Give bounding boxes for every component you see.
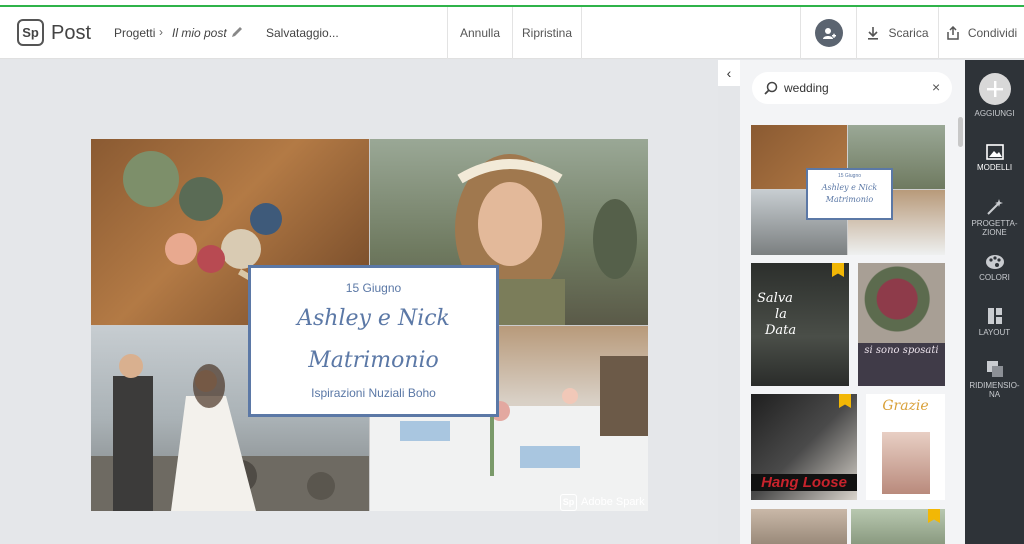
template-thumb-1[interactable]: 15 Giugno Ashley e Nick Matrimonio [751,125,945,255]
undo-label: Annulla [459,26,501,40]
template-thumb-5[interactable]: Grazie [866,394,945,500]
top-bar: Sp Post Progetti › Il mio post Salvatagg… [0,7,1024,59]
magic-wand-icon [986,199,1003,215]
rail-resize[interactable]: RIDIMENSIO-NA [965,360,1024,399]
download-label: Scarica [888,26,929,40]
title-card[interactable]: 15 Giugno Ashley e Nick Matrimonio Ispir… [248,265,499,417]
spark-logo[interactable]: Sp [17,19,44,46]
search-input[interactable]: wedding [784,81,829,95]
post-date: 15 Giugno [345,281,402,295]
save-status: Salvataggio... [266,26,339,40]
rail-layout-label: LAYOUT [978,328,1011,337]
rail-templates-label: MODELLI [976,163,1013,172]
user-plus-icon [822,28,836,39]
share-icon [947,26,959,40]
download-icon [868,27,879,40]
watermark-text: Adobe Spark [581,496,645,508]
rail-layout[interactable]: LAYOUT [965,307,1024,337]
panel-scrollbar[interactable] [958,117,963,147]
share-label: Condividi [967,26,1018,40]
template-thumb-2[interactable]: Salva la Data [751,263,849,386]
progress-line [0,0,1024,7]
app-name: Post [51,22,92,44]
rail-colors[interactable]: COLORI [965,254,1024,282]
redo-label: Ripristina [521,26,572,40]
resize-icon [986,361,1003,377]
image-icon [985,144,1004,160]
breadcrumb-current[interactable]: Il mio post [172,26,227,40]
template-thumb-4[interactable]: Hang Loose [751,394,857,500]
template-thumb-6[interactable] [751,509,847,544]
spark-logo-small: Sp [560,493,577,511]
plus-icon [978,73,1011,105]
undo-button[interactable]: Annulla [447,7,512,59]
template-2-line2: la [775,307,787,322]
template-2-line3: Data [765,323,797,338]
palette-icon [985,255,1004,269]
post-event: Matrimonio [308,348,439,373]
rail-resize-label: RIDIMENSIO-NA [969,381,1020,399]
rail-design-label: PROGETTA-ZIONE [971,219,1018,237]
redo-button[interactable]: Ripristina [512,7,582,59]
download-button[interactable]: Scarica [856,7,938,59]
collapse-panel-button[interactable]: ‹ [718,60,740,86]
rail-templates[interactable]: MODELLI [965,144,1024,172]
template-3-title: si sono sposati [864,345,939,356]
rail-colors-label: COLORI [979,273,1010,282]
templates-panel: wedding × 15 Giugno Ashley e Nick Matrim… [740,60,965,544]
account-button[interactable] [800,7,856,59]
template-1-event: Matrimonio [825,195,874,204]
tool-rail: AGGIUNGI MODELLI PROGETTA-ZIONE COLORI L… [965,60,1024,544]
rail-design[interactable]: PROGETTA-ZIONE [965,198,1024,237]
rail-add[interactable]: AGGIUNGI [965,73,1024,118]
adobe-spark-watermark: Sp Adobe Spark [560,492,645,512]
breadcrumb-projects[interactable]: Progetti [114,26,155,40]
pencil-icon[interactable] [230,25,244,39]
chevron-left-icon: ‹ [726,65,732,81]
rail-add-label: AGGIUNGI [974,109,1015,118]
clear-icon[interactable]: × [932,79,940,95]
post-subtitle: Ispirazioni Nuziali Boho [311,386,436,400]
template-1-names: Ashley e Nick [821,183,878,192]
layout-icon [987,308,1002,324]
template-thumb-3[interactable]: si sono sposati [858,263,945,386]
search-icon [764,81,778,95]
template-1-date: 15 Giugno [837,173,862,179]
share-button[interactable]: Condividi [938,7,1024,59]
template-4-title: Hang Loose [751,474,857,491]
chevron-right-icon: › [159,25,163,39]
template-2-line1: Salva [757,291,793,306]
post-names: Ashley e Nick [297,306,450,331]
search-box[interactable]: wedding × [752,72,952,104]
template-5-title: Grazie [882,398,929,414]
avatar [814,19,843,47]
